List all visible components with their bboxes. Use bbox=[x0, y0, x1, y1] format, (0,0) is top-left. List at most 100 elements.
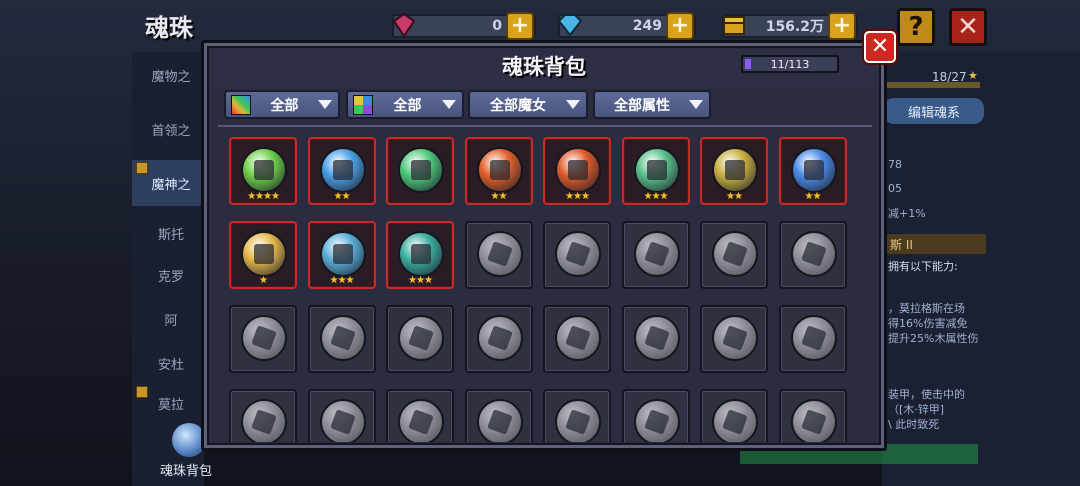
stat-line: 减+1% bbox=[888, 207, 926, 220]
skill-desc: （[木·锌甲] bbox=[888, 403, 945, 416]
soul-orb-slot[interactable]: ★★★★ bbox=[229, 137, 297, 205]
skill-desc: 装甲，使击中的 bbox=[888, 388, 965, 401]
add-gold-button[interactable]: + bbox=[828, 12, 856, 40]
add-diamond-button[interactable]: + bbox=[666, 12, 694, 40]
soul-orb-slot[interactable]: ★★ bbox=[464, 137, 533, 205]
star-rating: ★★★★ bbox=[247, 191, 280, 202]
soul-orb-slot[interactable]: ★★★ bbox=[543, 137, 611, 205]
locked-orb-slot[interactable] bbox=[386, 305, 454, 373]
attribute-filter-dropdown[interactable]: 全部属性 bbox=[593, 90, 711, 119]
color-filter-dropdown[interactable]: 全部 bbox=[224, 90, 340, 119]
diamond-counter: 249 + bbox=[557, 12, 696, 40]
locked-orb-slot[interactable] bbox=[464, 221, 533, 289]
fist-icon bbox=[319, 399, 366, 442]
element-filter-dropdown[interactable]: 全部 bbox=[346, 90, 464, 119]
skill-desc: 拥有以下能力: bbox=[888, 260, 958, 273]
tag-icon bbox=[136, 386, 148, 398]
witch-icon bbox=[398, 231, 444, 277]
progress-text: 18/27 bbox=[932, 70, 967, 84]
soul-orb-slot[interactable]: ★★ bbox=[778, 137, 847, 205]
star-rating: ★ bbox=[259, 275, 268, 286]
locked-orb-slot[interactable] bbox=[229, 305, 297, 373]
locked-orb-slot[interactable] bbox=[700, 221, 768, 289]
locked-orb-slot[interactable] bbox=[778, 389, 847, 442]
orb-emblem bbox=[254, 160, 274, 180]
orb-emblem bbox=[411, 244, 431, 264]
star-rating: ★★ bbox=[804, 191, 822, 202]
orb-emblem bbox=[800, 409, 827, 435]
horn-icon bbox=[555, 315, 601, 361]
soul-orb-slot[interactable]: ★★ bbox=[700, 137, 768, 205]
add-red-gem-button[interactable]: + bbox=[506, 12, 534, 40]
soul-orb-slot[interactable]: ★★★ bbox=[307, 221, 376, 289]
star-rating: ★★ bbox=[333, 191, 351, 202]
element-filter-label: 全部 bbox=[393, 97, 422, 114]
skill-desc: \ 此时致死 bbox=[888, 418, 940, 431]
locked-orb-slot[interactable] bbox=[543, 221, 611, 289]
orb-emblem bbox=[486, 325, 513, 351]
octopus-icon bbox=[476, 399, 523, 442]
soul-orb-slot[interactable]: ★★★ bbox=[386, 221, 454, 289]
phoenix-icon bbox=[241, 231, 287, 277]
color-filter-label: 全部 bbox=[270, 97, 299, 114]
orb-emblem bbox=[643, 409, 670, 435]
soul-orb-bag-label[interactable]: 魂珠背包 bbox=[160, 460, 212, 479]
sidebar-item-stor[interactable]: 斯托 bbox=[132, 210, 210, 256]
locked-orb-slot[interactable] bbox=[543, 305, 611, 373]
orb-emblem bbox=[643, 325, 670, 351]
edit-soul-button[interactable]: 编辑魂系 bbox=[884, 98, 984, 124]
orb-emblem bbox=[251, 409, 277, 435]
orb-emblem bbox=[329, 325, 356, 351]
rainbow-icon bbox=[231, 94, 251, 115]
sidebar-item-a[interactable]: 阿 bbox=[132, 296, 210, 342]
spear-icon bbox=[790, 231, 837, 277]
locked-orb-slot[interactable] bbox=[621, 305, 690, 373]
gear-icon bbox=[241, 399, 287, 442]
locked-orb-slot[interactable] bbox=[778, 221, 847, 289]
modal-close-button[interactable]: ✕ bbox=[864, 31, 896, 63]
chevron-down-icon bbox=[442, 100, 456, 109]
orb-emblem bbox=[800, 241, 827, 267]
locked-orb-slot[interactable] bbox=[700, 305, 768, 373]
locked-orb-slot[interactable] bbox=[464, 305, 533, 373]
sidebar-item-kro[interactable]: 克罗 bbox=[132, 252, 210, 298]
locked-orb-slot[interactable] bbox=[229, 389, 297, 442]
locked-orb-slot[interactable] bbox=[307, 305, 376, 373]
rose-icon bbox=[476, 147, 523, 193]
orb-emblem bbox=[803, 160, 824, 180]
soul-orb-slot[interactable] bbox=[386, 137, 454, 205]
rock-icon bbox=[241, 315, 287, 361]
locked-orb-slot[interactable] bbox=[778, 305, 847, 373]
beast-icon bbox=[476, 315, 523, 361]
soul-orb-slot[interactable]: ★★★ bbox=[621, 137, 690, 205]
soul-orb-slot[interactable]: ★★ bbox=[307, 137, 376, 205]
locked-orb-slot[interactable] bbox=[386, 389, 454, 442]
locked-orb-slot[interactable] bbox=[464, 389, 533, 442]
locked-orb-slot[interactable] bbox=[700, 389, 768, 442]
locked-orb-slot[interactable] bbox=[307, 389, 376, 442]
question-mark-icon: ? bbox=[908, 12, 924, 42]
star-rating: ★★★ bbox=[643, 191, 669, 202]
heart-icon bbox=[555, 231, 601, 277]
orb-emblem bbox=[411, 160, 431, 180]
quad-color-icon bbox=[353, 94, 373, 115]
tag-icon bbox=[136, 162, 148, 174]
help-button[interactable]: ? bbox=[897, 8, 935, 46]
staff-icon bbox=[555, 399, 601, 442]
game-screen: { "page": {"title": "魂珠"}, "currencies":… bbox=[0, 0, 1080, 486]
locked-orb-slot[interactable] bbox=[621, 389, 690, 442]
witch-filter-dropdown[interactable]: 全部魔女 bbox=[468, 90, 588, 119]
locked-orb-slot[interactable] bbox=[543, 389, 611, 442]
star-icon: ★ bbox=[968, 69, 978, 82]
serpent-icon bbox=[790, 399, 837, 442]
skill-desc: 提升25%木属性伤 bbox=[888, 332, 979, 345]
star-rating: ★★★ bbox=[329, 275, 355, 286]
sidebar-item-boss[interactable]: 首领之 bbox=[132, 106, 210, 152]
orb-emblem bbox=[646, 160, 667, 180]
sidebar-item-monster[interactable]: 魔物之 bbox=[132, 52, 210, 98]
locked-orb-slot[interactable] bbox=[621, 221, 690, 289]
chain-icon bbox=[633, 315, 680, 361]
page-close-button[interactable]: ✕ bbox=[949, 8, 987, 46]
star-rating: ★★★ bbox=[565, 191, 590, 202]
soul-orb-slot[interactable]: ★ bbox=[229, 221, 297, 289]
